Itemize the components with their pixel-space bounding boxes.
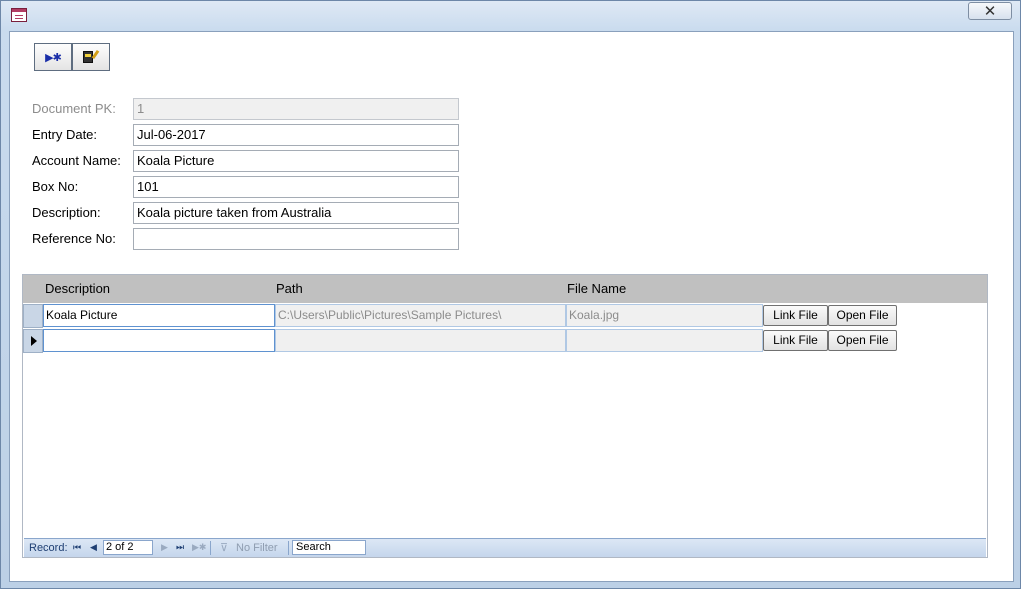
entry-date-field[interactable]: Jul-06-2017 <box>133 124 459 146</box>
open-file-button[interactable]: Open File <box>828 305 897 326</box>
edit-record-icon <box>83 49 100 64</box>
divider <box>288 541 289 555</box>
reference-no-field[interactable] <box>133 228 459 250</box>
documents-subform: Description Path File Name Koala Picture… <box>22 274 988 558</box>
current-record-field[interactable]: 2 of 2 <box>103 540 153 555</box>
table-row: Koala Picture C:\Users\Public\Pictures\S… <box>23 304 987 328</box>
record-navigation-bar: Record: ⏮ ◀ 2 of 2 ▶ ⏭ ▶✱ ⊽ No Filter Se… <box>24 538 986 557</box>
edit-record-button[interactable] <box>72 43 110 71</box>
link-file-button[interactable]: Link File <box>763 305 828 326</box>
file-name-cell[interactable]: Koala.jpg <box>566 304 763 327</box>
file-name-cell[interactable] <box>566 329 763 352</box>
new-record-nav-icon[interactable]: ▶✱ <box>192 543 206 553</box>
description-label: Description: <box>32 205 101 220</box>
filter-icon: ⊽ <box>220 542 229 554</box>
search-input[interactable]: Search <box>292 540 366 555</box>
column-header-path[interactable]: Path <box>276 281 303 296</box>
record-label: Record: <box>29 542 68 554</box>
description-cell[interactable] <box>43 329 275 352</box>
last-record-icon[interactable]: ⏭ <box>176 543 184 553</box>
current-record-indicator[interactable] <box>23 329 43 353</box>
new-record-icon: ▶✱ <box>45 50 62 64</box>
divider <box>210 541 211 555</box>
column-header-file-name[interactable]: File Name <box>567 281 626 296</box>
form-icon[interactable] <box>11 8 27 22</box>
link-file-button[interactable]: Link File <box>763 330 828 351</box>
next-record-icon[interactable]: ▶ <box>161 543 168 553</box>
reference-no-label: Reference No: <box>32 231 116 246</box>
entry-date-label: Entry Date: <box>32 127 98 142</box>
subform-header: Description Path File Name <box>23 275 987 303</box>
open-file-button[interactable]: Open File <box>828 330 897 351</box>
document-pk-field[interactable]: 1 <box>133 98 459 120</box>
path-cell[interactable] <box>275 329 566 352</box>
close-button[interactable]: ✕ <box>968 2 1012 20</box>
account-name-field[interactable]: Koala Picture <box>133 150 459 172</box>
description-field[interactable]: Koala picture taken from Australia <box>133 202 459 224</box>
column-header-description[interactable]: Description <box>45 281 110 296</box>
no-filter-button[interactable]: No Filter <box>236 542 278 554</box>
form-body: ▶✱ Document PK: 1 Entry Date: Jul-06-201… <box>9 31 1014 582</box>
path-cell[interactable]: C:\Users\Public\Pictures\Sample Pictures… <box>275 304 566 327</box>
account-name-label: Account Name: <box>32 153 121 168</box>
new-record-button[interactable]: ▶✱ <box>34 43 72 71</box>
title-bar: ✕ <box>1 1 1020 29</box>
form-window: ✕ ▶✱ Document PK: 1 Entry Date: Jul-06-2… <box>0 0 1021 589</box>
previous-record-icon[interactable]: ◀ <box>90 543 97 553</box>
row-selector[interactable] <box>23 304 43 328</box>
description-cell[interactable]: Koala Picture <box>43 304 275 327</box>
document-pk-label: Document PK: <box>32 101 116 116</box>
box-no-field[interactable]: 101 <box>133 176 459 198</box>
box-no-label: Box No: <box>32 179 79 194</box>
table-row: Link File Open File <box>23 329 987 353</box>
first-record-icon[interactable]: ⏮ <box>73 543 81 553</box>
